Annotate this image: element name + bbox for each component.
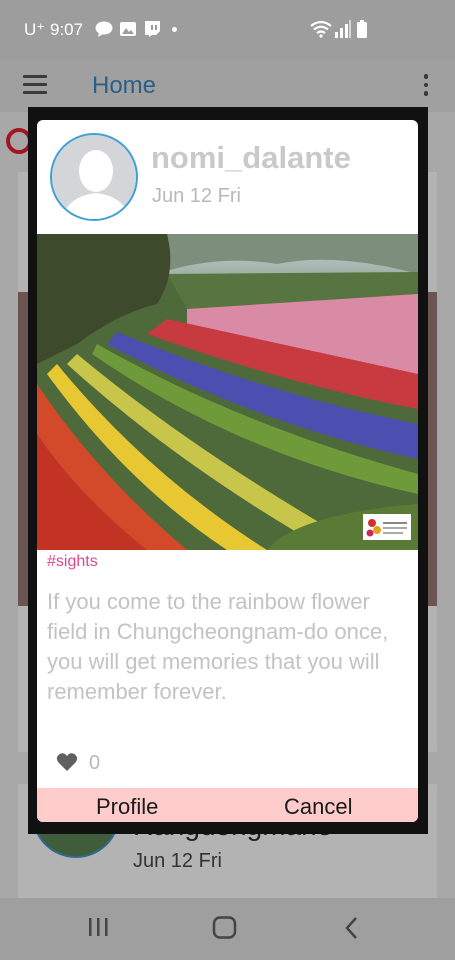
overflow-menu-icon[interactable] bbox=[422, 74, 430, 98]
gallery-notification-icon bbox=[120, 22, 136, 36]
status-time: 9:07 bbox=[50, 20, 84, 39]
carrier-label: U⁺ bbox=[24, 20, 46, 39]
recent-apps-icon[interactable] bbox=[86, 916, 110, 938]
app-bar: Home bbox=[0, 60, 455, 112]
profile-button[interactable]: Profile bbox=[96, 794, 158, 820]
post-username: nomi_dalante bbox=[151, 140, 351, 175]
feed-card-image-edge bbox=[428, 292, 437, 606]
feed-card-date: Jun 12 Fri bbox=[133, 850, 222, 872]
user-avatar[interactable] bbox=[50, 133, 138, 221]
system-nav-bar bbox=[0, 898, 455, 960]
battery-icon bbox=[357, 20, 367, 38]
heart-icon[interactable] bbox=[56, 752, 78, 772]
back-icon[interactable] bbox=[342, 916, 362, 940]
more-notifications-dot bbox=[172, 27, 177, 32]
post-body-text: If you come to the rainbow flower field … bbox=[47, 589, 389, 704]
twitch-notification-icon bbox=[145, 21, 160, 37]
post-date: Jun 12 Fri bbox=[152, 185, 241, 207]
post-hashtag[interactable]: #sights bbox=[47, 553, 98, 571]
like-count: 0 bbox=[89, 752, 101, 774]
post-dialog: nomi_dalante Jun 12 Fri #sights If you c… bbox=[37, 120, 418, 822]
cancel-button[interactable]: Cancel bbox=[284, 794, 352, 820]
page-title: Home bbox=[92, 72, 157, 99]
signal-icon bbox=[335, 20, 351, 38]
hamburger-menu-icon[interactable] bbox=[23, 75, 47, 95]
default-person-icon bbox=[52, 135, 136, 219]
dialog-button-bar: Profile Cancel bbox=[37, 788, 418, 822]
status-bar: U⁺ 9:07 bbox=[0, 0, 455, 60]
wifi-icon bbox=[310, 20, 332, 38]
talk-notification-icon bbox=[95, 21, 113, 37]
flower-field-photo bbox=[37, 234, 418, 550]
home-icon[interactable] bbox=[212, 916, 238, 940]
